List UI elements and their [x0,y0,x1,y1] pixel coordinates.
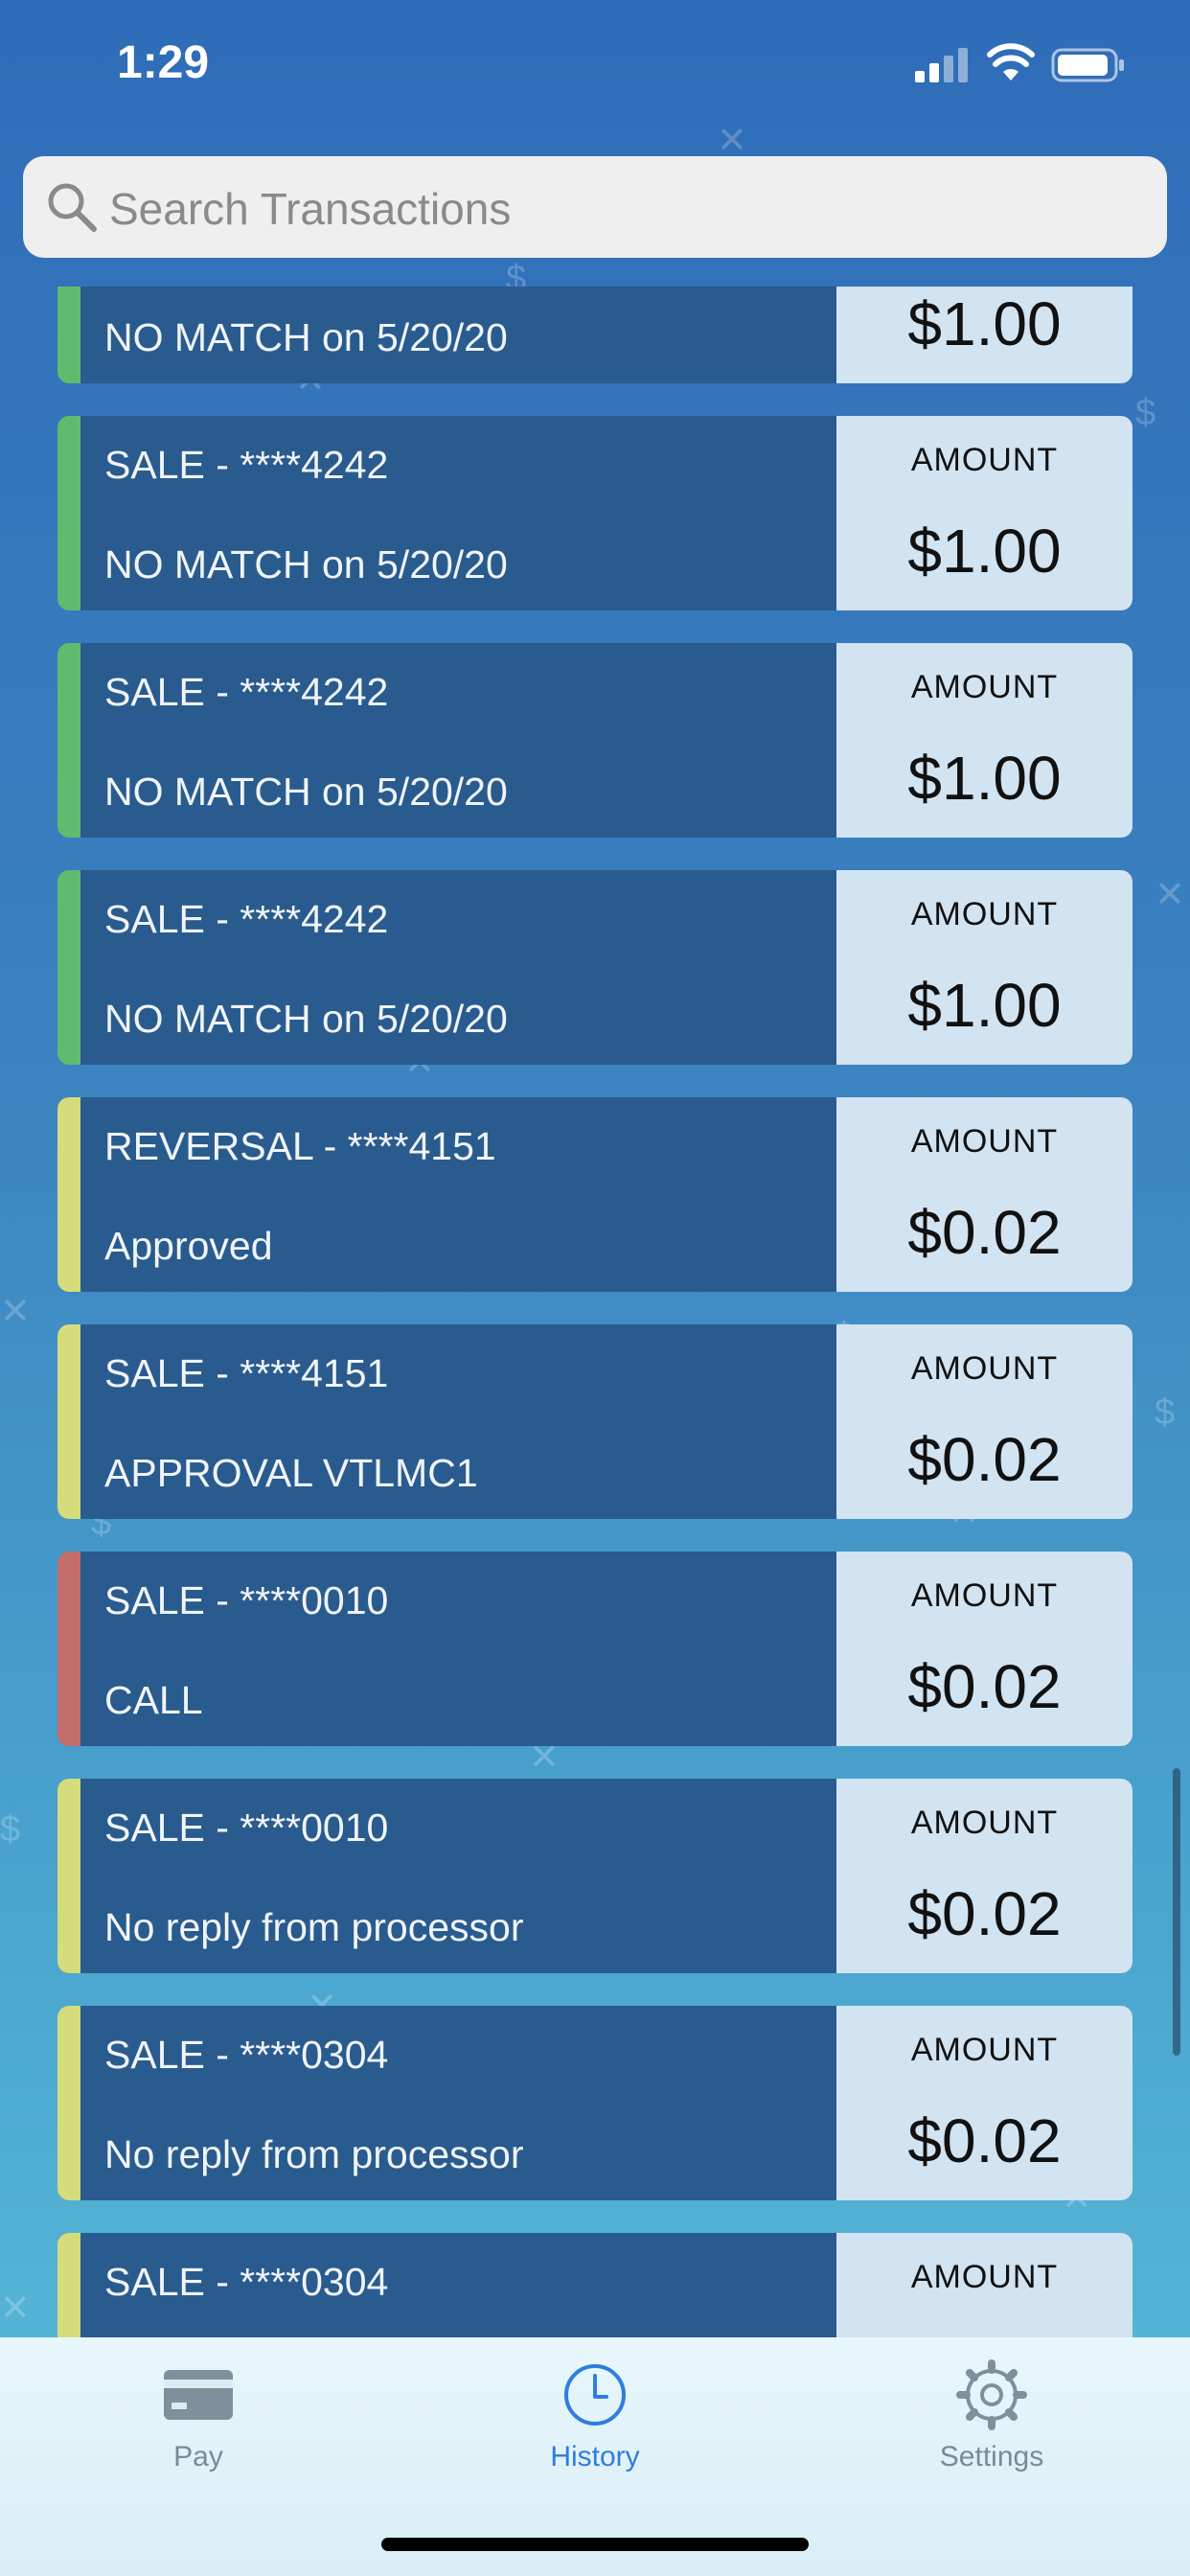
transaction-info: SALE - ****4242 NO MATCH on 5/20/20 [80,416,836,610]
transaction-card[interactable]: SALE - ****0304 No reply from processor AM… [57,2006,1133,2200]
transaction-status: No reply from processor [104,1905,524,1949]
cellular-signal-icon [915,48,968,82]
status-indicator [57,416,80,610]
status-time: 1:29 [117,37,210,88]
status-indicator [57,643,80,838]
status-indicator [57,1097,80,1292]
transaction-info: SALE - ****4151 APPROVAL VTLMC1 [80,1324,836,1519]
transaction-info: SALE - ****0304 [80,2233,836,2337]
status-indicator [57,287,80,383]
transaction-status: NO MATCH on 5/20/20 [104,542,508,586]
transaction-card[interactable]: SALE - ****4242 NO MATCH on 5/20/20 AMOUNT… [57,416,1133,610]
amount-value: $1.00 [907,971,1062,1040]
search-icon [48,183,97,232]
transaction-info: SALE - ****4242NO MATCH on 5/20/20 [80,287,836,383]
status-indicator [57,1779,80,1973]
amount-value: $1.00 [907,289,1062,358]
amount-label: AMOUNT [910,669,1059,705]
transaction-info: SALE - ****4242 NO MATCH on 5/20/20 [80,870,836,1065]
amount-value: $0.02 [907,1879,1062,1948]
transaction-list[interactable]: SALE - ****4242 NO MATCH on 5/20/20 AMOUNT… [0,287,1190,2337]
amount-panel: AMOUNT $0.02 [836,2006,1133,2200]
transaction-info: SALE - ****0304 No reply from processor [80,2006,836,2200]
transaction-info: SALE - ****0010 CALL [80,1552,836,1746]
tab-settings-label: Settings [939,2441,1044,2472]
tab-history-label: History [550,2441,640,2472]
tab-settings[interactable]: Settings [793,2337,1190,2500]
transaction-info: SALE - ****0010 No reply from processor [80,1779,836,1973]
clock-icon [564,2364,626,2426]
transaction-status: No reply from processor [104,2132,524,2176]
amount-panel: AMOUNT $1.00 [836,416,1133,610]
status-indicator [57,2233,80,2337]
amount-label: AMOUNT [910,1805,1059,1841]
transaction-title: SALE - ****4242 [104,443,389,487]
search-input[interactable]: Search Transactions [109,183,511,235]
transaction-card[interactable]: SALE - ****4242 NO MATCH on 5/20/20 AMOUNT… [57,870,1133,1065]
search-bar[interactable]: Search Transactions [23,156,1167,258]
transaction-card[interactable]: REVERSAL - ****4151 Approved AMOUNT $0.02 [57,1097,1133,1292]
transaction-card[interactable]: SALE - ****4242 NO MATCH on 5/20/20 AMOUNT… [57,643,1133,838]
transaction-title: SALE - ****0010 [104,1578,389,1622]
amount-label: AMOUNT [910,1123,1059,1160]
amount-panel: AMOUNT$0.02 [836,2233,1133,2337]
amount-panel: AMOUNT $0.02 [836,1552,1133,1746]
amount-panel: AMOUNT $1.00 [836,643,1133,838]
transaction-title: SALE - ****4242 [104,670,389,714]
amount-label: AMOUNT [910,2032,1059,2068]
status-bar: 1:29 [0,0,1190,134]
transaction-list-content: SALE - ****4242 NO MATCH on 5/20/20 AMOUNT… [57,287,1133,2337]
transaction-title: REVERSAL - ****4151 [104,1124,496,1168]
tab-history[interactable]: History [397,2337,793,2500]
transaction-status: NO MATCH on 5/20/20 [104,997,508,1041]
transaction-status: NO MATCH on 5/20/20 [104,770,508,814]
transaction-card[interactable]: SALE - ****4151 APPROVAL VTLMC1 AMOUNT $0.0… [57,1324,1133,1519]
amount-label: AMOUNT [910,442,1059,478]
transaction-card[interactable]: SALE - ****0304 AMOUNT$0.02 [57,2233,1133,2337]
transaction-card[interactable]: SALE - ****0010 No reply from processor AM… [57,1779,1133,1973]
transaction-title: SALE - ****0304 [104,2033,389,2077]
amount-value: $0.02 [907,2106,1062,2175]
transaction-info: SALE - ****4242 NO MATCH on 5/20/20 [80,643,836,838]
transaction-card[interactable]: SALE - ****4242NO MATCH on 5/20/20AMOUNT… [57,287,1133,383]
status-indicator [57,1552,80,1746]
amount-value: $1.00 [907,744,1062,813]
tab-pay[interactable]: Pay [0,2337,397,2500]
amount-label: AMOUNT [910,896,1059,932]
amount-label: AMOUNT [910,1350,1059,1387]
transaction-status: NO MATCH on 5/20/20 [104,315,508,359]
scroll-indicator[interactable] [1173,1768,1180,2056]
credit-card-icon [164,2370,233,2420]
battery-icon [1051,48,1124,82]
amount-panel: AMOUNT $0.02 [836,1324,1133,1519]
status-indicator [57,870,80,1065]
transaction-status: CALL [104,1678,203,1722]
transaction-title: SALE - ****4242 [104,897,389,941]
home-indicator[interactable] [381,2538,809,2551]
gear-icon [956,2359,1027,2430]
transaction-status: APPROVAL VTLMC1 [104,1451,478,1495]
transaction-title: SALE - ****0010 [104,1806,389,1850]
amount-panel: AMOUNT$1.00 [836,287,1133,383]
amount-label: AMOUNT [910,2259,1059,2295]
tab-pay-label: Pay [173,2441,223,2472]
amount-panel: AMOUNT $1.00 [836,870,1133,1065]
wifi-icon [987,43,1035,80]
transaction-status: Approved [104,1224,273,1268]
amount-value: $0.02 [907,1198,1062,1267]
amount-panel: AMOUNT $0.02 [836,1097,1133,1292]
amount-value: $0.02 [907,1652,1062,1721]
status-indicator [57,2006,80,2200]
transaction-title: SALE - ****4151 [104,1351,389,1395]
amount-panel: AMOUNT $0.02 [836,1779,1133,1973]
status-indicator [57,1324,80,1519]
amount-label: AMOUNT [910,1577,1059,1614]
amount-value: $0.02 [907,1425,1062,1494]
amount-value: $1.00 [907,517,1062,586]
transaction-title: SALE - ****0304 [104,2260,389,2304]
transaction-card[interactable]: SALE - ****0010 CALL AMOUNT $0.02 [57,1552,1133,1746]
transaction-info: REVERSAL - ****4151 Approved [80,1097,836,1292]
